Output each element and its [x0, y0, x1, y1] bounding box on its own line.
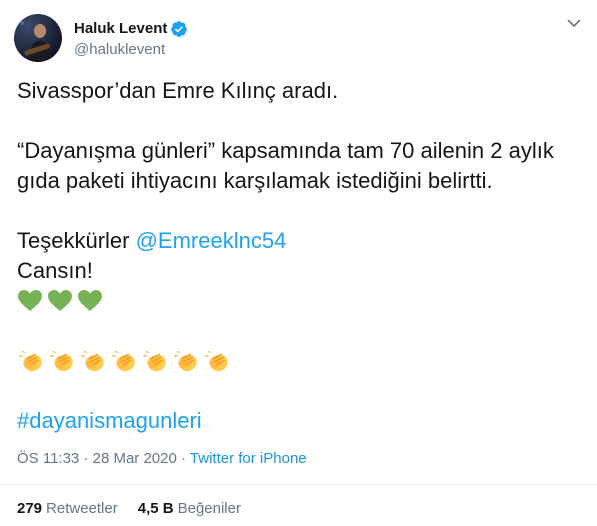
retweets-stat[interactable]: 279 Retweetler [17, 500, 118, 517]
tweet-stats: 279 Retweetler 4,5 B Beğeniler [17, 500, 241, 517]
avatar[interactable] [14, 14, 62, 62]
tweet-line-1: Sivasspor’dan Emre Kılınç aradı. [17, 78, 339, 103]
clapping-hands-icon [112, 351, 135, 372]
clapping-hands-icon [205, 351, 228, 372]
author-display-name[interactable]: Haluk Levent [74, 20, 167, 37]
hashtag-link[interactable]: #dayanismagunleri [17, 408, 202, 433]
green-heart-icon [18, 290, 42, 311]
likes-count: 4,5 B [137, 500, 174, 517]
tweet-time[interactable]: ÖS 11:33 [17, 450, 79, 467]
clapping-hands-icon [81, 351, 104, 372]
divider [0, 484, 597, 485]
likes-label: Beğeniler [177, 500, 241, 517]
tweet-card: Haluk Levent @haluklevent Sivasspor’dan … [0, 0, 597, 526]
separator-dot: · [79, 450, 93, 467]
clapping-hands-icon [50, 351, 73, 372]
green-heart-icon [78, 290, 102, 311]
clapping-hands-icon [143, 351, 166, 372]
thanks-text: Teşekkürler [17, 228, 136, 253]
separator-dot: · [176, 450, 190, 467]
clapping-hands-icon [174, 351, 197, 372]
author-handle[interactable]: @haluklevent [74, 41, 188, 58]
green-hearts-emoji-row [17, 286, 583, 316]
tweet-line-4: Teşekkürler @Emreeklnc54 [17, 226, 583, 256]
retweets-label: Retweetler [46, 500, 118, 517]
tweet-line-2: “Dayanışma günleri” kapsamında tam 70 ai… [17, 138, 554, 163]
avatar-image [14, 14, 62, 62]
tweet-line-hashtag: #dayanismagunleri [17, 406, 583, 436]
mention-link[interactable]: @Emreeklnc54 [136, 228, 287, 253]
tweet-date[interactable]: 28 Mar 2020 [93, 450, 177, 467]
tweet-line-5: Cansın! [17, 258, 93, 283]
clapping-hands-icon [19, 351, 42, 372]
clapping-hands-emoji-row [17, 346, 583, 376]
tweet-header: Haluk Levent @haluklevent [14, 14, 188, 62]
name-row: Haluk Levent [74, 19, 188, 39]
author-names: Haluk Levent @haluklevent [74, 19, 188, 58]
green-heart-icon [48, 290, 72, 311]
likes-stat[interactable]: 4,5 B Beğeniler [138, 500, 241, 517]
tweet-meta: ÖS 11:33 · 28 Mar 2020 · Twitter for iPh… [17, 450, 307, 467]
verified-badge-icon [171, 20, 188, 37]
tweet-line-3: gıda paketi ihtiyacını karşılamak istedi… [17, 168, 493, 193]
tweet-text: Sivasspor’dan Emre Kılınç aradı. “Dayanı… [17, 76, 583, 436]
tweet-source-link[interactable]: Twitter for iPhone [190, 450, 307, 467]
chevron-down-icon[interactable] [565, 14, 583, 32]
retweets-count: 279 [17, 500, 43, 517]
